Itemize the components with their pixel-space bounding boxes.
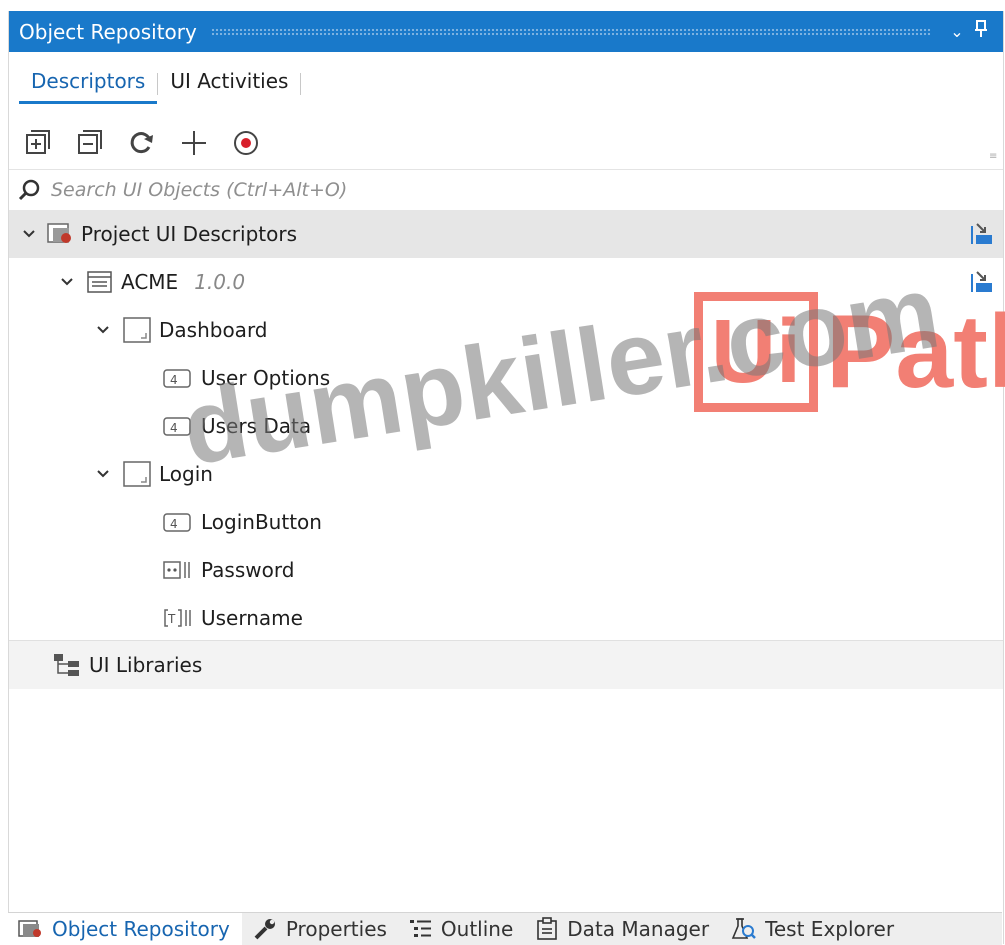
password-field-icon <box>163 559 193 581</box>
ui-element-icon: 4 <box>163 511 193 533</box>
tree-item-element-username[interactable]: T Username <box>9 594 1003 642</box>
svg-text:4: 4 <box>170 373 178 387</box>
panel-titlebar: Object Repository ⌄ <box>9 11 1003 52</box>
expand-all-icon[interactable] <box>23 128 53 158</box>
tree-label: Project UI Descriptors <box>81 222 297 246</box>
collapse-all-icon[interactable] <box>75 128 105 158</box>
project-descriptors-icon <box>47 223 73 245</box>
tree-item-project-ui-descriptors[interactable]: Project UI Descriptors <box>9 210 1003 258</box>
import-descriptors-icon[interactable] <box>969 270 995 294</box>
bottom-tab-label: Test Explorer <box>765 917 895 941</box>
ui-element-icon: 4 <box>163 415 193 437</box>
panel-tabs: Descriptors UI Activities <box>19 63 302 104</box>
bottom-dock-tabs: Object Repository Properties Outline Dat… <box>8 912 1002 945</box>
panel-title: Object Repository <box>19 19 197 44</box>
object-repository-panel: Object Repository ⌄ Descriptors UI Activ… <box>8 11 1004 944</box>
screen-icon <box>123 461 151 487</box>
application-icon <box>87 270 113 294</box>
tree-label: UI Libraries <box>89 653 203 677</box>
search-icon <box>9 179 49 201</box>
tree-item-ui-libraries[interactable]: UI Libraries <box>9 641 1003 689</box>
tab-separator <box>300 73 302 95</box>
import-descriptors-icon[interactable] <box>969 222 995 246</box>
bottom-tab-properties[interactable]: Properties <box>242 913 399 945</box>
svg-text:4: 4 <box>170 421 178 435</box>
tree-label: ACME <box>121 270 179 294</box>
bottom-tab-label: Outline <box>440 917 514 941</box>
text-field-icon: T <box>163 607 193 629</box>
tab-ui-activities[interactable]: UI Activities <box>158 63 300 101</box>
object-repository-icon <box>18 919 44 939</box>
pin-icon[interactable] <box>969 20 993 43</box>
bottom-tab-label: Data Manager <box>567 917 710 941</box>
svg-text:4: 4 <box>170 517 178 531</box>
tab-descriptors[interactable]: Descriptors <box>19 63 158 104</box>
tree-label: User Options <box>201 366 331 390</box>
bottom-tab-label: Properties <box>285 917 387 941</box>
toolbar <box>23 123 261 163</box>
search-bar <box>9 169 1003 211</box>
tree-label: Users Data <box>201 414 312 438</box>
chevron-down-icon[interactable] <box>55 277 79 287</box>
app-version: 1.0.0 <box>194 270 246 294</box>
bottom-tab-object-repository[interactable]: Object Repository <box>8 913 242 945</box>
bottom-tab-data-manager[interactable]: Data Manager <box>525 913 721 945</box>
titlebar-drag-grip[interactable] <box>210 27 931 36</box>
search-input[interactable] <box>49 178 953 202</box>
screen-icon <box>123 317 151 343</box>
scroll-grip-icon[interactable]: ≡ <box>989 151 999 162</box>
tree-item-screen-dashboard[interactable]: Dashboard <box>9 306 1003 354</box>
tree-item-element-users-data[interactable]: 4 Users Data <box>9 402 1003 450</box>
tree-label: Username <box>201 606 303 630</box>
ui-element-icon: 4 <box>163 367 193 389</box>
svg-text:T: T <box>167 612 176 626</box>
tree-item-acme[interactable]: ACME 1.0.0 <box>9 258 1003 306</box>
data-manager-icon <box>535 917 559 941</box>
ui-libraries-icon <box>53 653 81 677</box>
tree-item-element-password[interactable]: Password <box>9 546 1003 594</box>
chevron-down-icon[interactable] <box>91 469 115 479</box>
tree-item-element-loginbutton[interactable]: 4 LoginButton <box>9 498 1003 546</box>
tree-item-screen-login[interactable]: Login <box>9 450 1003 498</box>
bottom-tab-label: Object Repository <box>52 917 230 941</box>
refresh-icon[interactable] <box>127 128 157 158</box>
bottom-tab-outline[interactable]: Outline <box>399 913 525 945</box>
record-icon[interactable] <box>231 128 261 158</box>
tree-label: Password <box>201 558 295 582</box>
chevron-down-icon[interactable] <box>91 325 115 335</box>
chevron-down-icon[interactable]: ⌄ <box>945 22 969 41</box>
test-explorer-icon <box>731 917 757 941</box>
tree-label: LoginButton <box>201 510 322 534</box>
bottom-tab-test-explorer[interactable]: Test Explorer <box>721 913 906 945</box>
outline-icon <box>409 918 433 940</box>
add-icon[interactable] <box>179 128 209 158</box>
chevron-down-icon[interactable] <box>17 229 41 239</box>
tree-label: Login <box>159 462 213 486</box>
tree-item-element-user-options[interactable]: 4 User Options <box>9 354 1003 402</box>
tree-label: Dashboard <box>159 318 268 342</box>
wrench-icon <box>252 918 278 940</box>
